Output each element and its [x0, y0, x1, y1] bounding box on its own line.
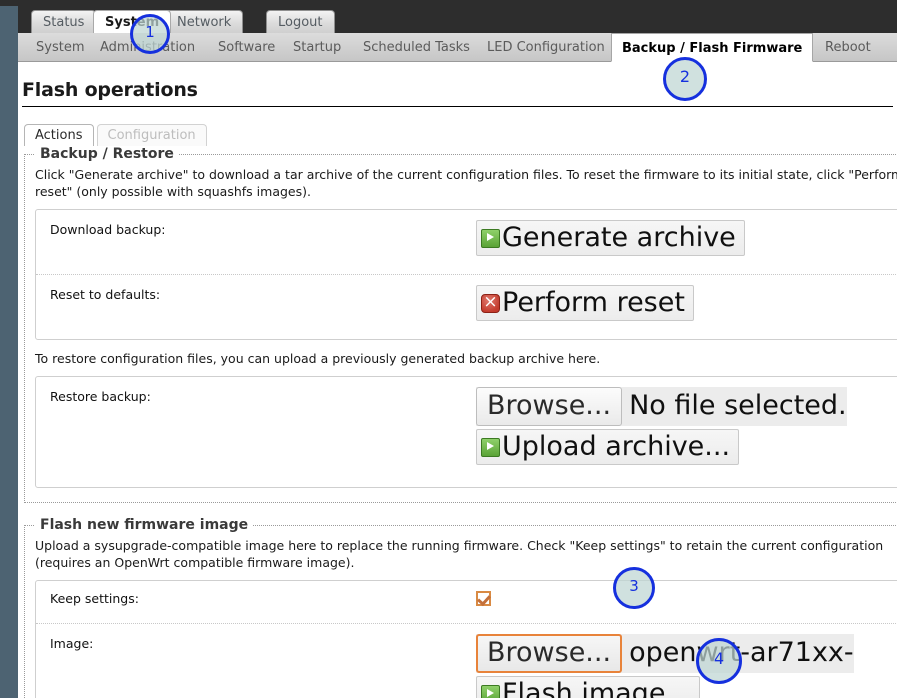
- value-reset-defaults: Perform reset: [476, 285, 897, 321]
- main-tab-network[interactable]: Network: [165, 10, 244, 33]
- label-image: Image:: [50, 636, 94, 651]
- flash-image-label: Flash image...: [502, 678, 692, 698]
- backup-restore-description: Click "Generate archive" to download a t…: [35, 167, 897, 199]
- value-restore-backup: Browse... No file selected. Upload archi…: [476, 387, 897, 465]
- backup-restore-table: Download backup: Generate archive Reset …: [35, 209, 897, 340]
- sub-tab-reboot[interactable]: Reboot: [815, 33, 881, 61]
- sub-tab-backup-flash-firmware[interactable]: Backup / Flash Firmware: [611, 33, 814, 62]
- keep-settings-checkbox[interactable]: [476, 591, 491, 606]
- left-side-strip: [0, 0, 18, 698]
- title-divider: [22, 106, 893, 107]
- row-reset-defaults: Reset to defaults: Perform reset: [36, 274, 897, 339]
- restore-browse-button[interactable]: Browse...: [476, 387, 623, 426]
- row-keep-settings: Keep settings:: [36, 581, 897, 623]
- restore-file-input[interactable]: Browse... No file selected.: [476, 387, 847, 426]
- annotation-marker-1: 1: [130, 14, 170, 54]
- page-content: Flash operations Actions Configuration Ba…: [18, 61, 897, 698]
- tab-actions[interactable]: Actions: [24, 124, 94, 146]
- annotation-marker-2: 2: [663, 57, 707, 101]
- value-keep-settings: [476, 589, 897, 609]
- backup-restore-fieldset: Backup / Restore Click "Generate archive…: [24, 146, 897, 503]
- annotation-marker-4: 4: [696, 638, 742, 684]
- label-reset-defaults: Reset to defaults:: [50, 287, 161, 302]
- row-download-backup: Download backup: Generate archive: [36, 210, 897, 274]
- main-tab-status[interactable]: Status: [31, 10, 97, 33]
- apply-green-icon: [481, 228, 500, 248]
- label-keep-settings: Keep settings:: [50, 591, 139, 606]
- cbi-tab-bar: Actions Configuration: [24, 124, 897, 146]
- label-restore-backup: Restore backup:: [50, 389, 151, 404]
- perform-reset-label: Perform reset: [502, 287, 685, 318]
- apply-green-icon: [481, 684, 500, 698]
- sub-tab-software[interactable]: Software: [208, 33, 285, 61]
- reset-red-icon: [481, 290, 500, 314]
- flash-firmware-table: Keep settings: Image: Browse... openwrt-…: [35, 580, 897, 698]
- generate-archive-label: Generate archive: [502, 222, 736, 253]
- flash-firmware-fieldset: Flash new firmware image Upload a sysupg…: [24, 517, 897, 698]
- restore-filename: No file selected.: [629, 390, 847, 421]
- tab-configuration[interactable]: Configuration: [96, 124, 207, 146]
- generate-archive-button[interactable]: Generate archive: [476, 220, 745, 256]
- backup-restore-legend: Backup / Restore: [40, 146, 174, 162]
- flash-image-button[interactable]: Flash image...: [476, 676, 701, 698]
- restore-description: To restore configuration files, you can …: [35, 351, 601, 366]
- page-title: Flash operations: [22, 79, 198, 101]
- flash-firmware-description: Upload a sysupgrade-compatible image her…: [35, 538, 884, 570]
- annotation-marker-3: 3: [613, 567, 655, 609]
- value-download-backup: Generate archive: [476, 220, 897, 256]
- sub-tab-led-configuration[interactable]: LED Configuration: [477, 33, 615, 61]
- left-strip-cap: [0, 0, 18, 6]
- sub-tab-scheduled-tasks[interactable]: Scheduled Tasks: [353, 33, 480, 61]
- restore-backup-table: Restore backup: Browse... No file select…: [35, 376, 897, 488]
- perform-reset-button[interactable]: Perform reset: [476, 285, 694, 321]
- row-restore-backup: Restore backup: Browse... No file select…: [36, 377, 897, 487]
- image-browse-button[interactable]: Browse...: [476, 634, 623, 673]
- sub-tab-system[interactable]: System: [26, 33, 94, 61]
- value-image: Browse... openwrt-ar71xx- Flash image...: [476, 634, 897, 698]
- sub-tab-startup[interactable]: Startup: [283, 33, 351, 61]
- image-file-input[interactable]: Browse... openwrt-ar71xx-: [476, 634, 854, 673]
- upload-archive-label: Upload archive...: [502, 431, 731, 462]
- row-image: Image: Browse... openwrt-ar71xx- Flash i…: [36, 623, 897, 698]
- main-tab-logout[interactable]: Logout: [266, 10, 335, 33]
- apply-green-icon: [481, 437, 500, 457]
- label-download-backup: Download backup:: [50, 222, 166, 237]
- flash-firmware-legend: Flash new firmware image: [40, 517, 249, 533]
- upload-archive-button[interactable]: Upload archive...: [476, 429, 740, 465]
